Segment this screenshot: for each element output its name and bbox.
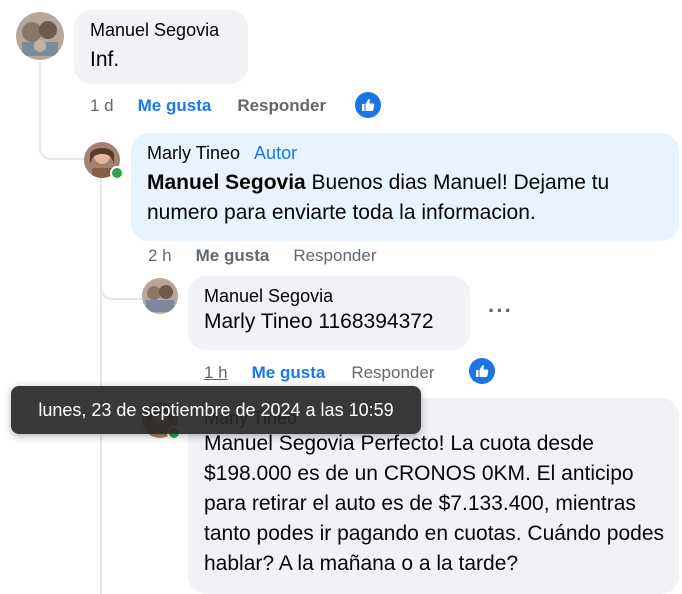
- comment-actions: 1 d Me gusta Responder: [90, 96, 326, 116]
- comment-actions: 1 h Me gusta Responder: [204, 363, 435, 383]
- comment-author[interactable]: Manuel Segovia: [90, 20, 234, 41]
- mention-link[interactable]: Marly Tineo: [204, 310, 313, 333]
- avatar[interactable]: [16, 12, 64, 60]
- comment-timestamp[interactable]: 1 d: [90, 96, 114, 116]
- online-status-indicator: [110, 166, 124, 180]
- thread-line: [100, 270, 142, 300]
- like-button[interactable]: Me gusta: [138, 96, 212, 116]
- comment-bubble: Manuel Segovia Marly Tineo 1168394372: [188, 276, 470, 350]
- comment-actions: 2 h Me gusta Responder: [148, 246, 377, 266]
- author-badge: Autor: [254, 143, 298, 163]
- like-button[interactable]: Me gusta: [252, 363, 326, 383]
- comment-text: Manuel Segovia Perfecto! La cuota desde …: [204, 429, 665, 579]
- like-button[interactable]: Me gusta: [196, 246, 270, 266]
- reply-button[interactable]: Responder: [351, 363, 434, 383]
- more-options-icon[interactable]: ···: [488, 298, 513, 324]
- reply-button[interactable]: Responder: [293, 246, 376, 266]
- comment-bubble: Manuel Segovia Inf.: [74, 10, 248, 84]
- comment-body: 1168394372: [312, 310, 434, 333]
- comment-timestamp[interactable]: 1 h: [204, 363, 228, 383]
- avatar[interactable]: [142, 278, 178, 314]
- comment-timestamp[interactable]: 2 h: [148, 246, 172, 266]
- thumbs-up-icon[interactable]: [355, 92, 381, 118]
- thumbs-up-icon[interactable]: [469, 358, 495, 384]
- comment-author[interactable]: Marly Tineo: [147, 143, 240, 163]
- timestamp-tooltip: lunes, 23 de septiembre de 2024 a las 10…: [11, 386, 421, 434]
- comment-author[interactable]: Manuel Segovia: [204, 286, 456, 307]
- comment-text: Inf.: [90, 45, 234, 75]
- comment-text: Marly Tineo 1168394372: [204, 307, 456, 337]
- reply-button[interactable]: Responder: [237, 96, 326, 116]
- comment-bubble: Marly Tineo Autor Manuel Segovia Buenos d…: [131, 133, 679, 241]
- mention-link[interactable]: Manuel Segovia: [147, 171, 306, 194]
- comment-body: Inf.: [90, 48, 120, 71]
- mention-link[interactable]: Manuel Segovia: [204, 432, 355, 455]
- comment-text: Manuel Segovia Buenos dias Manuel! Dejam…: [147, 168, 665, 228]
